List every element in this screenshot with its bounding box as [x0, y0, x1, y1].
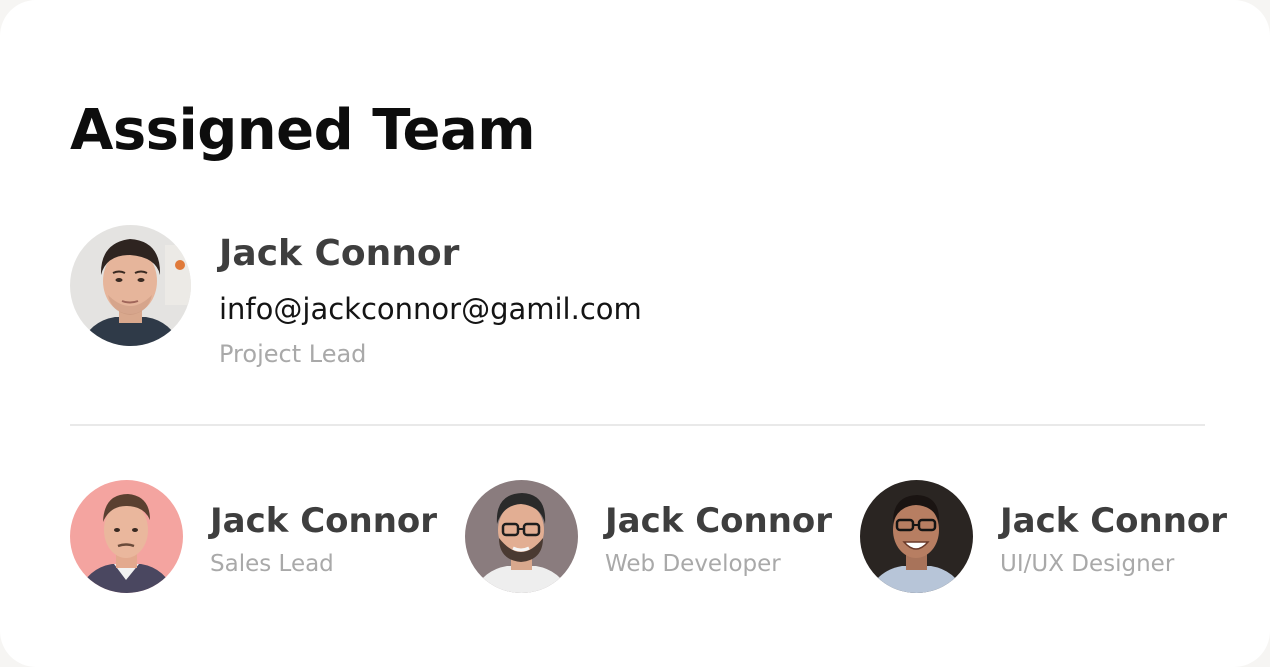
divider: [70, 424, 1205, 426]
member-name: Jack Connor: [1000, 501, 1228, 541]
assigned-team-card: Assigned Team Jack Connor info@jackconno…: [0, 0, 1270, 667]
lead-name: Jack Connor: [219, 233, 460, 274]
member-avatar[interactable]: [70, 480, 183, 593]
lead-avatar[interactable]: [70, 225, 191, 346]
lead-role: Project Lead: [219, 340, 367, 368]
member-role: Web Developer: [605, 551, 781, 577]
member-avatar[interactable]: [465, 480, 578, 593]
member-avatar[interactable]: [860, 480, 973, 593]
card-title: Assigned Team: [70, 98, 536, 163]
member-name: Jack Connor: [210, 501, 438, 541]
lead-email[interactable]: info@jackconnor@gamil.com: [219, 290, 642, 328]
member-role: Sales Lead: [210, 551, 334, 577]
member-name: Jack Connor: [605, 501, 833, 541]
member-role: UI/UX Designer: [1000, 551, 1175, 577]
